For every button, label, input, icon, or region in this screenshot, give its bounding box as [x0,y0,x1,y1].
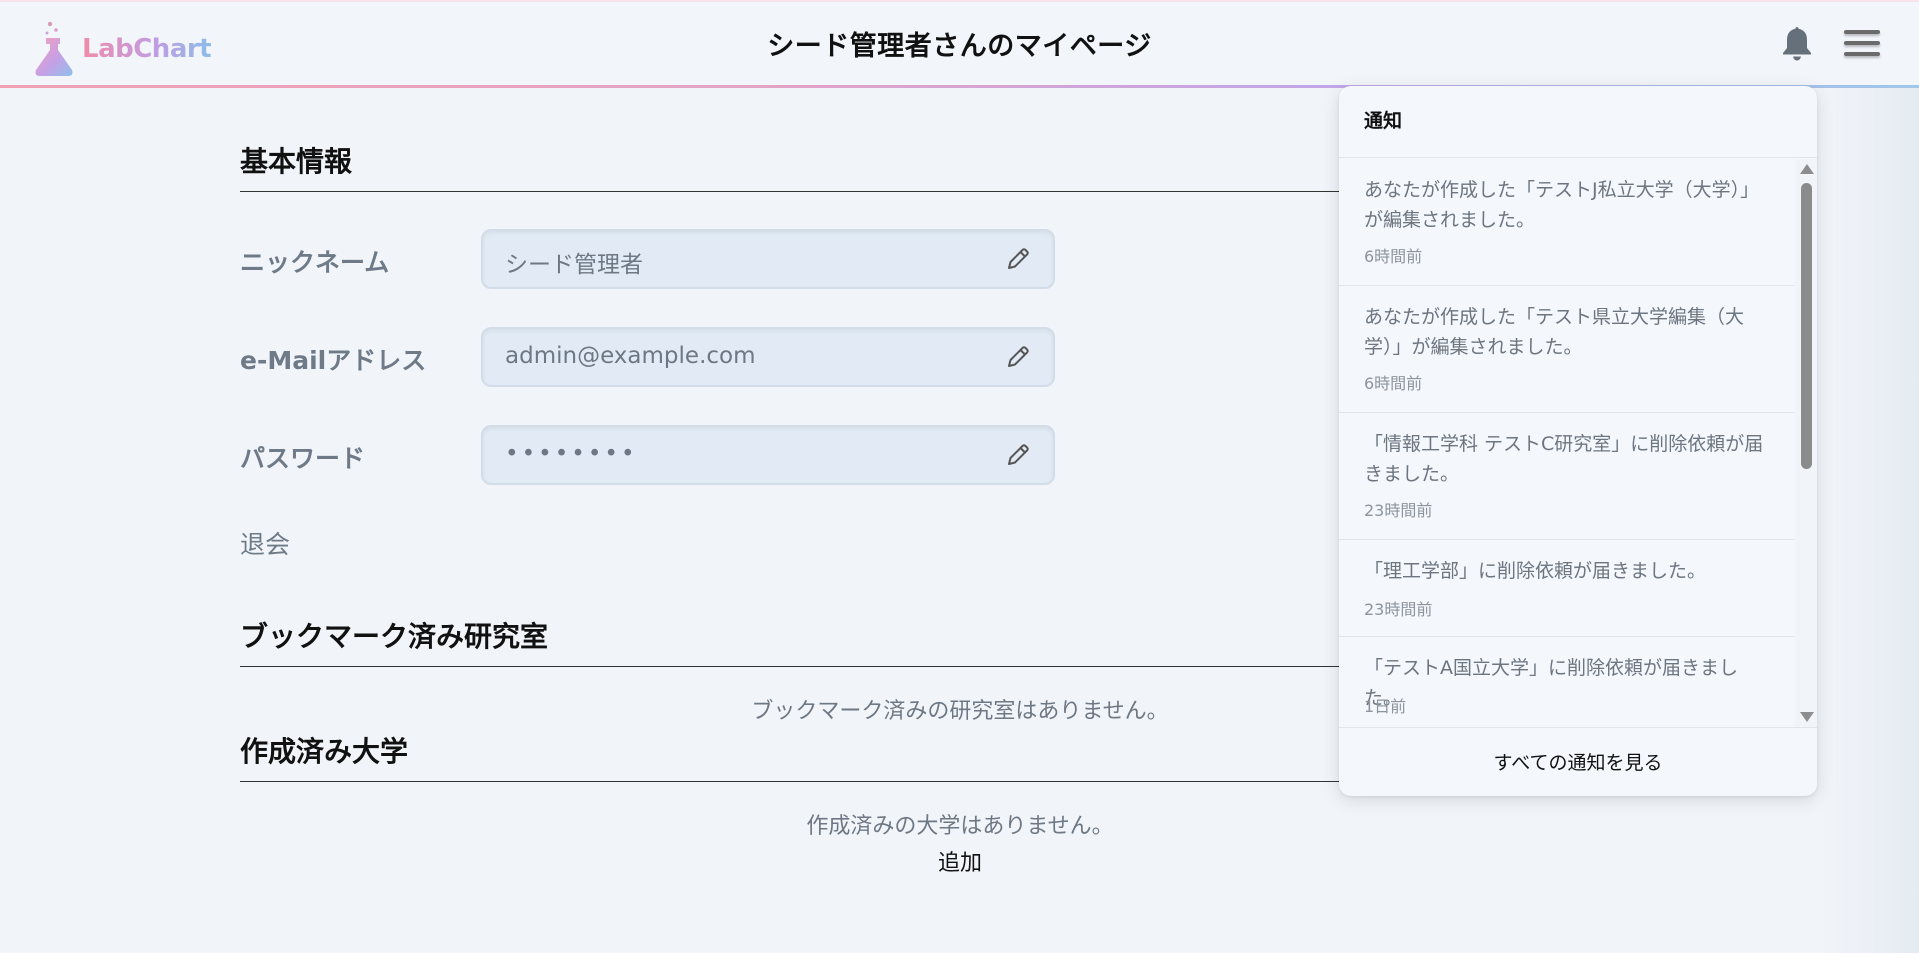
nickname-value: シード管理者 [505,252,643,278]
notification-title: 通知 [1364,110,1403,132]
password-field[interactable]: •••••••• [481,425,1055,485]
hamburger-menu-icon[interactable] [1844,30,1880,60]
notification-time: 23時間前 [1364,600,1433,619]
notification-message: あなたが作成した「テスト県立大学編集（大学）」が編集されました。 [1364,306,1745,358]
scroll-down-arrow-icon[interactable] [1800,712,1814,722]
notification-message: 「情報工学科 テストC研究室」に削除依頼が届きました。 [1364,433,1764,485]
notification-message: あなたが作成した「テストJ私立大学（大学）」が編集されました。 [1364,179,1760,231]
universities-empty-message: 作成済みの大学はありません。 [806,814,1114,839]
universities-title: 作成済み大学 [240,735,409,768]
app-header: LabChart シード管理者さんのマイページ [0,0,1919,88]
basic-info-divider [240,191,1370,192]
notification-list: あなたが作成した「テストJ私立大学（大学）」が編集されました。 6時間前 あなた… [1339,159,1795,727]
email-field[interactable]: admin@example.com [481,327,1055,387]
notification-item[interactable]: 「テストA国立大学」に削除依頼が届きました。 1日前 [1339,637,1795,727]
notification-scrollbar[interactable] [1795,159,1817,727]
notification-item[interactable]: 「情報工学科 テストC研究室」に削除依頼が届きました。 23時間前 [1339,413,1795,540]
bookmarks-divider [240,666,1370,667]
notification-time: 6時間前 [1364,247,1423,266]
notification-dropdown: 通知 あなたが作成した「テストJ私立大学（大学）」が編集されました。 6時間前 … [1339,86,1817,796]
bell-icon[interactable] [1780,24,1814,62]
withdraw-link[interactable]: 退会 [240,525,290,561]
basic-info-title: 基本情報 [240,145,353,178]
page-edge-shadow [1820,88,1919,953]
notification-time: 6時間前 [1364,374,1423,393]
pencil-icon[interactable] [1005,442,1031,468]
password-value: •••••••• [505,441,638,467]
notification-time: 1日前 [1364,697,1407,716]
notification-message: 「理工学部」に削除依頼が届きました。 [1364,560,1707,582]
notification-message: 「テストA国立大学」に削除依頼が届きました。 [1364,657,1738,709]
scroll-up-arrow-icon[interactable] [1800,164,1814,174]
universities-divider [240,781,1370,782]
password-label: パスワード [240,444,366,473]
scrollbar-thumb[interactable] [1801,183,1812,469]
notification-time: 23時間前 [1364,501,1433,520]
page-title: シード管理者さんのマイページ [767,31,1152,62]
add-university-button[interactable]: 追加 [240,845,1680,877]
nickname-label: ニックネーム [240,248,390,277]
email-label: e-Mailアドレス [240,346,427,375]
notification-item[interactable]: 「理工学部」に削除依頼が届きました。 23時間前 [1339,540,1795,637]
notification-header: 通知 [1339,86,1817,158]
notification-item[interactable]: あなたが作成した「テスト県立大学編集（大学）」が編集されました。 6時間前 [1339,286,1795,413]
email-value: admin@example.com [505,343,756,369]
bookmarks-title: ブックマーク済み研究室 [240,620,549,653]
nickname-field[interactable]: シード管理者 [481,229,1055,289]
notification-item[interactable]: あなたが作成した「テストJ私立大学（大学）」が編集されました。 6時間前 [1339,159,1795,286]
pencil-icon[interactable] [1005,246,1031,272]
pencil-icon[interactable] [1005,344,1031,370]
view-all-notifications-button[interactable]: すべての通知を見る [1339,727,1817,796]
